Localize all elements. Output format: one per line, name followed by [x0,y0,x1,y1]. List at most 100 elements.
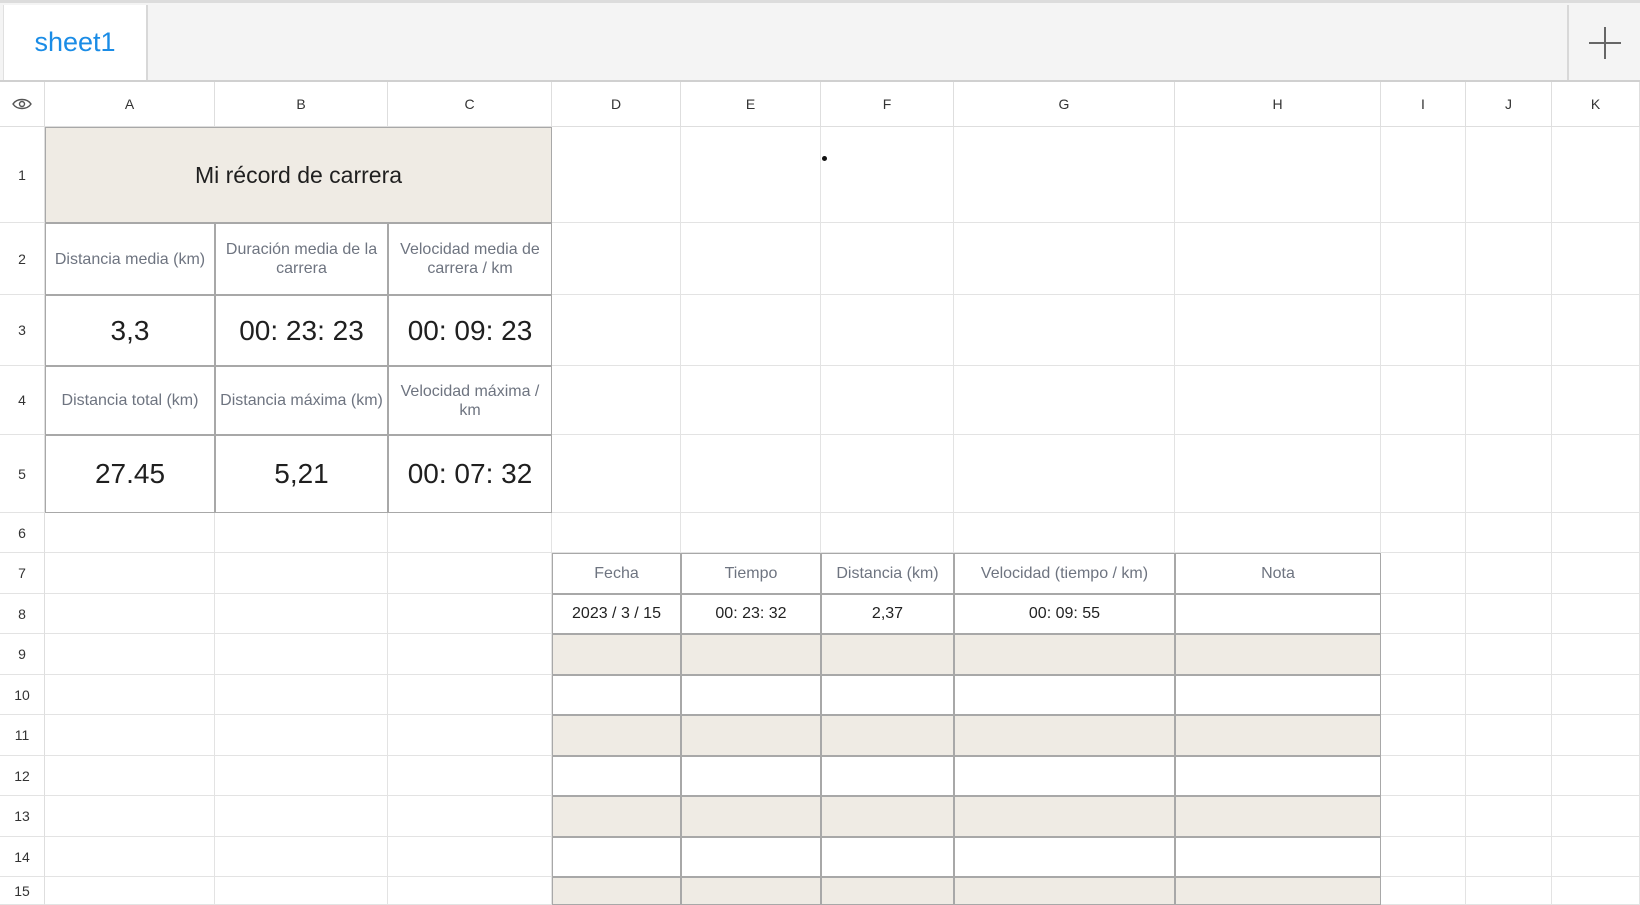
grid-cell[interactable] [45,837,215,877]
log-header-velocidad[interactable]: Velocidad (tiempo / km) [954,553,1175,594]
grid-cell[interactable] [1381,295,1466,366]
grid-cell[interactable] [1381,435,1466,513]
grid-cell[interactable] [215,756,388,796]
log-empty-cell[interactable] [821,756,954,796]
log-empty-cell[interactable] [1175,675,1381,715]
column-header-d[interactable]: D [552,82,681,127]
column-header-h[interactable]: H [1175,82,1381,127]
log-empty-cell[interactable] [954,634,1175,675]
grid-cell[interactable] [1466,837,1552,877]
grid-cell[interactable] [1466,675,1552,715]
grid-cell[interactable] [954,223,1175,295]
grid-cell[interactable] [954,513,1175,553]
column-header-j[interactable]: J [1466,82,1552,127]
grid-cell[interactable] [45,715,215,756]
visibility-toggle[interactable] [0,82,45,127]
log-empty-cell[interactable] [681,837,821,877]
grid-cell[interactable] [1552,366,1640,435]
summary-title-cell[interactable]: Mi récord de carrera [45,127,552,223]
grid-cell[interactable] [1466,715,1552,756]
grid-cell[interactable] [681,366,821,435]
grid-cell[interactable] [388,715,552,756]
grid-cell[interactable] [45,877,215,905]
value-duracion-media[interactable]: 00: 23: 23 [215,295,388,366]
grid-cell[interactable] [45,594,215,634]
log-empty-cell[interactable] [954,675,1175,715]
grid-cell[interactable] [1175,127,1381,223]
row-header-2[interactable]: 2 [0,223,45,295]
row-header-11[interactable]: 11 [0,715,45,756]
grid-cell[interactable] [1552,295,1640,366]
log-cell-velocidad[interactable]: 00: 09: 55 [954,594,1175,634]
grid-cell[interactable] [1381,796,1466,837]
grid-cell[interactable] [388,594,552,634]
grid-cell[interactable] [388,513,552,553]
log-empty-cell[interactable] [1175,756,1381,796]
grid-cell[interactable] [1466,796,1552,837]
log-cell-nota[interactable] [1175,594,1381,634]
log-empty-cell[interactable] [552,837,681,877]
log-empty-cell[interactable] [821,837,954,877]
grid-cell[interactable] [552,223,681,295]
label-distancia-maxima[interactable]: Distancia máxima (km) [215,366,388,435]
row-header-6[interactable]: 6 [0,513,45,553]
log-empty-cell[interactable] [552,756,681,796]
grid-cell[interactable] [1466,366,1552,435]
grid-cell[interactable] [1466,435,1552,513]
log-cell-fecha[interactable]: 2023 / 3 / 15 [552,594,681,634]
log-empty-cell[interactable] [954,877,1175,905]
row-header-15[interactable]: 15 [0,877,45,905]
log-empty-cell[interactable] [681,796,821,837]
grid-cell[interactable] [1381,715,1466,756]
column-header-c[interactable]: C [388,82,552,127]
log-empty-cell[interactable] [821,796,954,837]
grid-cell[interactable] [1175,435,1381,513]
grid-cell[interactable] [1466,553,1552,594]
grid-cell[interactable] [821,435,954,513]
grid-cell[interactable] [821,223,954,295]
log-empty-cell[interactable] [1175,877,1381,905]
row-header-5[interactable]: 5 [0,435,45,513]
log-empty-cell[interactable] [681,634,821,675]
grid-cell[interactable] [1381,634,1466,675]
log-empty-cell[interactable] [1175,796,1381,837]
log-header-tiempo[interactable]: Tiempo [681,553,821,594]
column-header-i[interactable]: I [1381,82,1466,127]
grid-cell[interactable] [1552,715,1640,756]
grid-cell[interactable] [1552,127,1640,223]
grid-cell[interactable] [388,837,552,877]
grid-cell[interactable] [821,513,954,553]
grid-cell[interactable] [1381,127,1466,223]
grid-cell[interactable] [954,127,1175,223]
grid-cell[interactable] [45,553,215,594]
log-empty-cell[interactable] [681,715,821,756]
grid-cell[interactable] [1552,837,1640,877]
grid-cell[interactable] [681,513,821,553]
column-header-k[interactable]: K [1552,82,1640,127]
row-header-1[interactable]: 1 [0,127,45,223]
grid-cell[interactable] [1466,513,1552,553]
grid-cell[interactable] [821,127,954,223]
column-header-f[interactable]: F [821,82,954,127]
grid-cell[interactable] [1175,295,1381,366]
grid-cell[interactable] [45,756,215,796]
grid-cell[interactable] [215,877,388,905]
grid-cell[interactable] [215,553,388,594]
row-header-3[interactable]: 3 [0,295,45,366]
grid-cell[interactable] [954,295,1175,366]
grid-cell[interactable] [1466,756,1552,796]
log-empty-cell[interactable] [821,877,954,905]
grid-cell[interactable] [1552,594,1640,634]
grid-cell[interactable] [1466,594,1552,634]
grid-cell[interactable] [821,295,954,366]
grid-cell[interactable] [1552,675,1640,715]
label-distancia-media[interactable]: Distancia media (km) [45,223,215,295]
grid-cell[interactable] [45,634,215,675]
add-sheet-button[interactable] [1567,5,1640,80]
value-distancia-media[interactable]: 3,3 [45,295,215,366]
grid-cell[interactable] [1381,553,1466,594]
row-header-12[interactable]: 12 [0,756,45,796]
grid-cell[interactable] [215,837,388,877]
log-empty-cell[interactable] [1175,634,1381,675]
grid-cell[interactable] [388,553,552,594]
